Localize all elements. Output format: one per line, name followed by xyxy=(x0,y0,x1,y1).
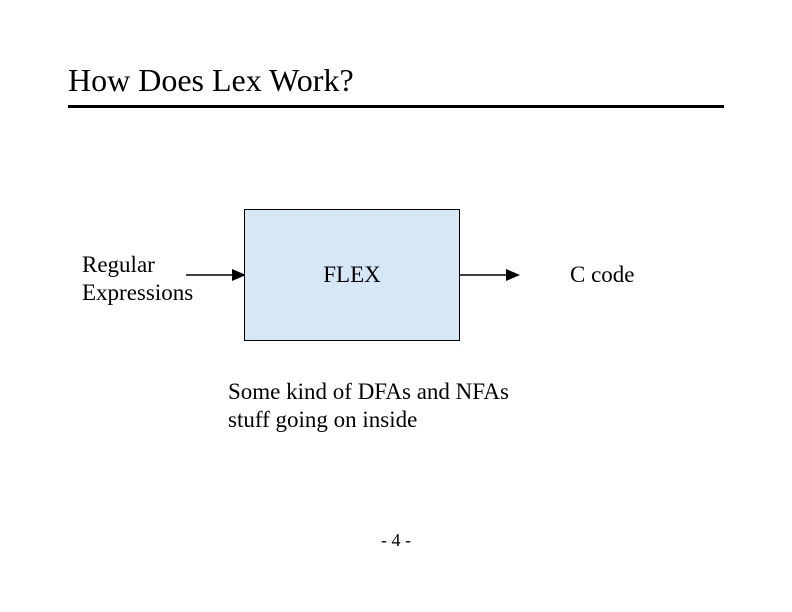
input-label-line1: Regular xyxy=(82,252,155,277)
flex-box-label: FLEX xyxy=(323,262,381,288)
caption-line1: Some kind of DFAs and NFAs xyxy=(228,379,509,404)
input-label-line2: Expressions xyxy=(82,280,193,305)
arrow-right-icon xyxy=(460,266,520,284)
diagram-caption: Some kind of DFAs and NFAs stuff going o… xyxy=(228,378,568,434)
lex-diagram: Regular Expressions FLEX C code Some kin… xyxy=(0,0,792,612)
input-label: Regular Expressions xyxy=(82,251,193,306)
page-number: - 4 - xyxy=(0,530,792,551)
arrow-left-icon xyxy=(186,266,246,284)
output-label: C code xyxy=(570,262,635,288)
caption-line2: stuff going on inside xyxy=(228,407,417,432)
flex-box: FLEX xyxy=(244,209,460,341)
